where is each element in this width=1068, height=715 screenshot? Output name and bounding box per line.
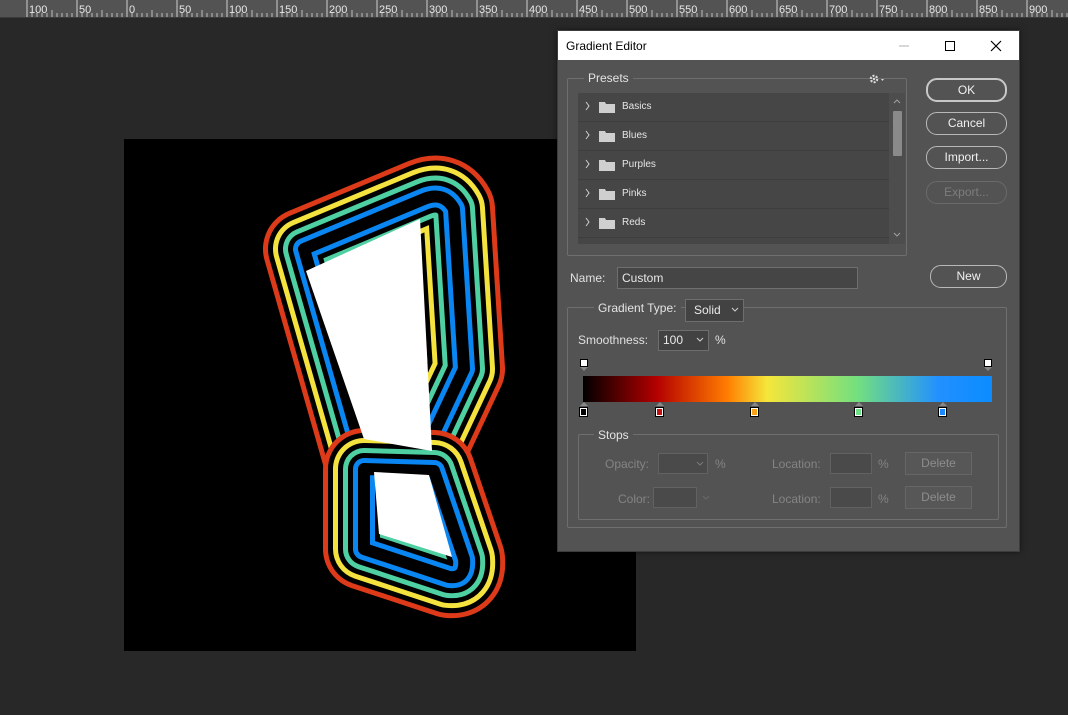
chevron-right-icon[interactable] [585,130,591,140]
ruler-label: 350 [479,4,497,16]
opacity-input[interactable] [658,453,708,474]
chevron-right-icon[interactable] [585,188,591,198]
folder-icon [599,102,615,113]
dialog-titlebar[interactable]: Gradient Editor [558,31,1019,60]
presets-settings-gear-icon[interactable] [868,72,886,90]
ruler-label: 150 [279,4,297,16]
stops-label: Stops [594,428,633,442]
maximize-button[interactable] [927,31,973,60]
gradient-type-value: Solid [694,303,721,317]
folder-icon [599,160,615,171]
name-label: Name: [570,271,606,285]
presets-label: Presets [584,71,633,85]
ruler-ticks: 100 50 0 50 100 150 200 250 300 350 400 450 500 550 60… [26,0,1068,17]
color-stop-marker[interactable] [579,402,589,423]
chevron-down-icon [702,495,710,500]
presets-scrollbar[interactable] [889,93,905,244]
minimize-button[interactable] [881,31,927,60]
export-button[interactable]: Export... [926,181,1007,204]
ruler-label: 750 [879,4,897,16]
opacity-location-input[interactable] [830,453,872,474]
opacity-location-label: Location: [772,457,821,471]
color-swatch[interactable] [653,487,697,508]
gradient-editor-dialog: Gradient Editor Presets Basics Blues Purpl… [557,30,1020,552]
opacity-label: Opacity: [605,457,650,471]
ruler-label: 100 [29,4,47,16]
folder-icon [599,131,615,142]
horizontal-ruler[interactable]: 100 50 0 50 100 150 200 250 300 350 400 450 500 550 60… [0,0,1068,18]
cancel-button[interactable]: Cancel [926,112,1007,135]
gradient-type-label: Gradient Type: [594,301,681,315]
minimize-icon [899,45,909,47]
ruler-label: 900 [1029,4,1047,16]
opacity-location-unit: % [878,457,889,471]
preset-folder-basics[interactable]: Basics [578,93,889,122]
ruler-label: 450 [579,4,597,16]
color-label: Color: [618,492,651,506]
gradient-type-select[interactable]: Solid [685,299,744,322]
ok-button[interactable]: OK [926,78,1007,102]
preset-folder-label: Purples [622,159,656,170]
ruler-label: 250 [379,4,397,16]
chevron-down-icon [731,307,739,312]
ruler-label: 500 [629,4,647,16]
chevron-right-icon[interactable] [585,159,591,169]
close-icon [990,40,1002,52]
ruler-label: 550 [679,4,697,16]
smoothness-input[interactable]: 100 [658,330,709,351]
maximize-icon [945,41,955,51]
new-button[interactable]: New [930,265,1007,288]
ruler-label: 400 [529,4,547,16]
color-location-label: Location: [772,492,821,506]
color-stop-marker[interactable] [937,402,948,423]
ruler-label: 650 [779,4,797,16]
ruler-label: 50 [179,4,191,16]
preset-folder-reds[interactable]: Reds [578,209,889,238]
ruler-label: 800 [929,4,947,16]
opacity-unit: % [715,457,726,471]
chevron-down-icon [696,337,704,342]
smoothness-value: 100 [663,333,684,347]
chevron-right-icon[interactable] [585,217,591,227]
preset-folder-label: Reds [622,217,646,228]
color-delete-button[interactable]: Delete [905,486,972,509]
name-input[interactable]: Custom [617,267,858,289]
smoothness-unit: % [715,333,726,347]
folder-icon [599,189,615,200]
preset-folder-label: Pinks [622,188,647,199]
color-stop-marker[interactable] [854,402,864,423]
ruler-label: 300 [429,4,447,16]
smoothness-label: Smoothness: [578,333,649,347]
presets-list[interactable]: Basics Blues Purples Pinks Reds [578,93,905,244]
color-location-input[interactable] [830,487,872,508]
preset-folder-blues[interactable]: Blues [578,122,889,151]
ruler-label: 600 [729,4,747,16]
folder-icon [599,218,615,229]
color-stop-marker[interactable] [749,402,760,423]
gradient-preview-bar[interactable] [583,376,992,402]
chevron-right-icon[interactable] [585,101,591,111]
scroll-thumb[interactable] [893,111,902,156]
import-button[interactable]: Import... [926,146,1007,169]
ruler-label: 200 [329,4,347,16]
color-location-unit: % [878,492,889,506]
color-stop-marker[interactable] [654,402,665,423]
ruler-label: 700 [829,4,847,16]
preset-folder-label: Blues [622,130,648,141]
ruler-label: 100 [229,4,247,16]
ruler-label: 850 [979,4,997,16]
preset-folder-purples[interactable]: Purples [578,151,889,180]
preset-folder-label: Basics [622,101,652,112]
chevron-down-icon [696,461,704,466]
dialog-title: Gradient Editor [566,39,647,53]
ruler-label: 0 [129,4,135,16]
opacity-delete-button[interactable]: Delete [905,452,972,475]
ruler-label: 50 [79,4,91,16]
close-button[interactable] [973,31,1019,60]
preset-folder-pinks[interactable]: Pinks [578,180,889,209]
